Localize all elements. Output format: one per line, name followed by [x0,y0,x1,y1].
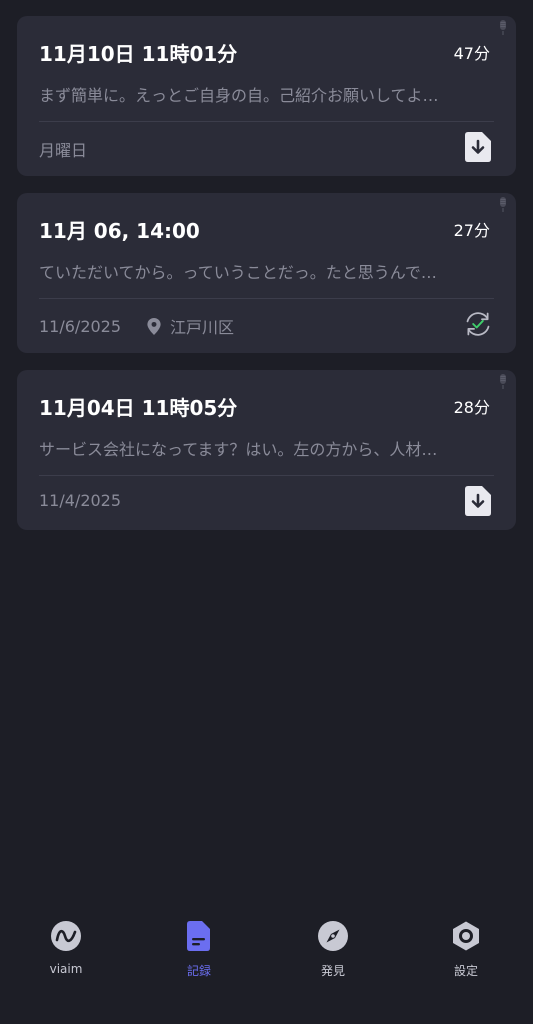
recording-title: 11月10日 11時01分 [39,42,238,66]
recording-title: 11月 06, 14:00 [39,219,200,243]
tab-discover[interactable]: 発見 [293,916,373,979]
tab-settings[interactable]: 設定 [426,916,506,979]
recording-list: 11月10日 11時01分 47分 まず簡単に。えっとご自身の自。己紹介お願いし… [17,16,516,547]
document-icon [187,921,210,951]
card-divider [39,121,494,122]
bottom-tab-bar: viaim 記録 発見 設定 [0,916,533,986]
microphone-icon [500,20,506,35]
sync-check-icon[interactable] [464,309,492,339]
tab-label: 記録 [186,964,211,978]
recording-meta: 11/6/2025 江戸川区 [39,314,234,338]
transcript-preview: ていただいてから。っていうことだっ。たと思うんで… [39,263,437,282]
recording-card[interactable]: 11月10日 11時01分 47分 まず簡単に。えっとご自身の自。己紹介お願いし… [17,16,516,176]
tab-label: 発見 [320,964,345,978]
settings-hexagon-icon [453,921,479,951]
microphone-icon [500,374,506,389]
tab-label: viaim [49,962,83,976]
tab-records[interactable]: 記録 [159,916,239,979]
location-pin-icon [147,317,161,335]
recording-card[interactable]: 11月 06, 14:00 27分 ていただいてから。っていうことだっ。たと思う… [17,193,516,353]
download-doc-icon[interactable] [464,132,492,162]
recording-location: 江戸川区 [170,318,235,337]
card-divider [39,298,494,299]
viaim-logo-icon [51,921,81,951]
recording-date: 11/6/2025 [39,316,122,336]
recording-date: 月曜日 [39,141,88,160]
recording-duration: 28分 [453,398,490,417]
download-doc-icon[interactable] [464,486,492,516]
tab-label: 設定 [453,964,478,978]
recording-duration: 47分 [453,44,490,63]
recording-meta: 月曜日 [39,137,87,161]
card-divider [39,475,494,476]
recording-card[interactable]: 11月04日 11時05分 28分 サービス会社になってます？はい。左の方から、… [17,370,516,530]
transcript-preview: まず簡単に。えっとご自身の自。己紹介お願いしてよ… [39,86,439,105]
transcript-preview: サービス会社になってます？はい。左の方から、人材… [39,440,438,459]
recording-title: 11月04日 11時05分 [39,396,238,420]
compass-icon [318,921,348,951]
tab-viaim[interactable]: viaim [26,916,106,976]
recording-duration: 27分 [453,221,490,240]
microphone-icon [500,197,506,212]
recording-meta: 11/4/2025 [39,491,121,510]
recording-date: 11/4/2025 [39,491,122,510]
